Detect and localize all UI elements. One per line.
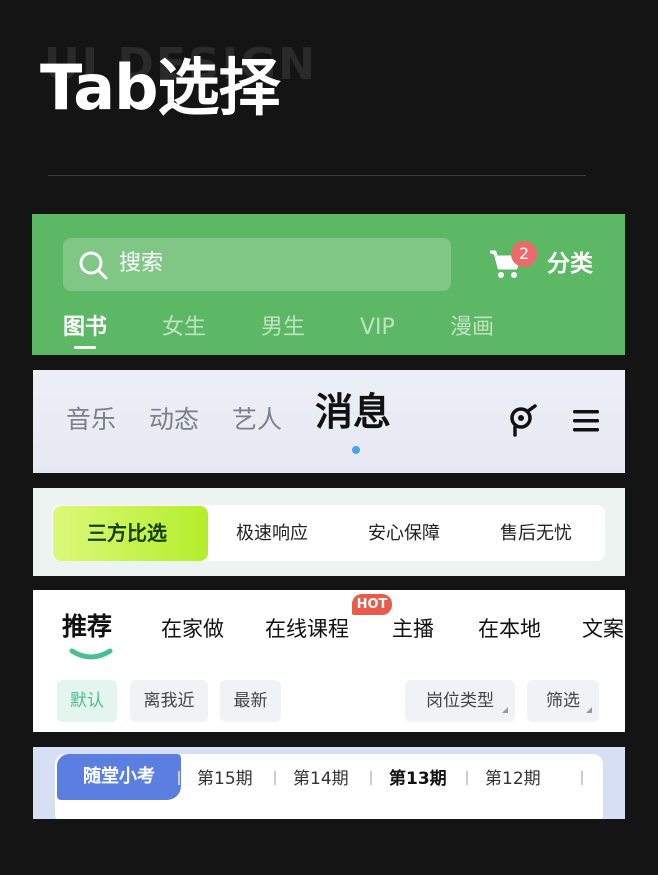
filter-screen-label: 筛选 [546,691,580,711]
tab-music[interactable]: 音乐 [66,404,116,436]
tab-male[interactable]: 男生 [261,314,305,342]
tab-panel-jobs: 推荐 在家做 在线课程 HOT 主播 在本地 文案 默认 离我近 最新 岗位类型… [33,590,625,732]
tab-online-courses[interactable]: 在线课程 [265,615,349,643]
tab-at-home[interactable]: 在家做 [161,615,224,643]
tab-recommend[interactable]: 推荐 [62,610,112,644]
tab-vip[interactable]: VIP [360,314,395,342]
tab-separator [178,771,180,785]
tab-female[interactable]: 女生 [162,314,206,342]
search-placeholder: 搜索 [119,251,164,276]
filter-screen-dropdown[interactable]: 筛选 [527,680,599,722]
tab-separator [274,771,276,785]
cart-count-badge: 2 [511,241,537,267]
search-icon [79,251,108,280]
filter-job-type-label: 岗位类型 [426,691,494,711]
filter-nearby[interactable]: 离我近 [130,680,208,722]
hot-badge: HOT [352,594,392,615]
filter-nearby-label: 离我近 [143,691,195,711]
menu-icon[interactable] [573,409,599,433]
search-input[interactable]: 搜索 [63,238,451,291]
tab-episode-15[interactable]: 第15期 [197,767,253,791]
tab-panel-bookstore: 搜索 2 分类 图书 女生 男生 VIP 漫画 [32,214,625,355]
tab-messages[interactable]: 消息 [315,390,391,434]
category-button[interactable]: 分类 [547,250,593,278]
tab-panel-music: 音乐 动态 艺人 消息 [33,370,625,473]
filter-newest-label: 最新 [233,691,268,711]
tab-streamer[interactable]: 主播 [392,615,434,643]
active-tab-dot [352,446,360,454]
tab-separator [370,771,372,785]
filter-default-label: 默认 [70,691,104,711]
page-title: Tab选择 [40,51,281,124]
microphone-icon[interactable] [507,404,539,438]
tab-comics[interactable]: 漫画 [450,314,494,342]
dropdown-corner-icon [586,707,592,713]
tab-separator [466,771,468,785]
tab-separator [581,771,583,785]
filter-newest[interactable]: 最新 [220,680,281,722]
tab-panel-quiz: 随堂小考 第15期 第14期 第13期 第12期 [33,747,625,819]
tab-episode-14[interactable]: 第14期 [293,767,349,791]
tab-books[interactable]: 图书 [63,314,107,342]
tab-panel-service: 三方比选 极速响应 安心保障 售后无忧 [33,488,625,576]
tab-copywriting[interactable]: 文案 [582,615,624,643]
tab-artists[interactable]: 艺人 [232,404,282,436]
filter-job-type-dropdown[interactable]: 岗位类型 [405,680,515,722]
tab-episode-13[interactable]: 第13期 [389,767,447,791]
quiz-label-pill[interactable]: 随堂小考 [57,754,181,800]
tab-local[interactable]: 在本地 [478,615,541,643]
tab-episode-12[interactable]: 第12期 [485,767,541,791]
segment-guarantee[interactable]: 安心保障 [368,522,440,546]
active-tab-underline [74,346,96,349]
dropdown-corner-icon [502,707,508,713]
segment-after-sales[interactable]: 售后无忧 [500,522,572,546]
segment-compare[interactable]: 三方比选 [87,521,167,545]
header-divider [48,175,586,176]
active-tab-smile-indicator [69,648,113,660]
tab-feed[interactable]: 动态 [149,404,199,436]
segment-fast-response[interactable]: 极速响应 [236,522,308,546]
filter-default[interactable]: 默认 [57,680,117,722]
